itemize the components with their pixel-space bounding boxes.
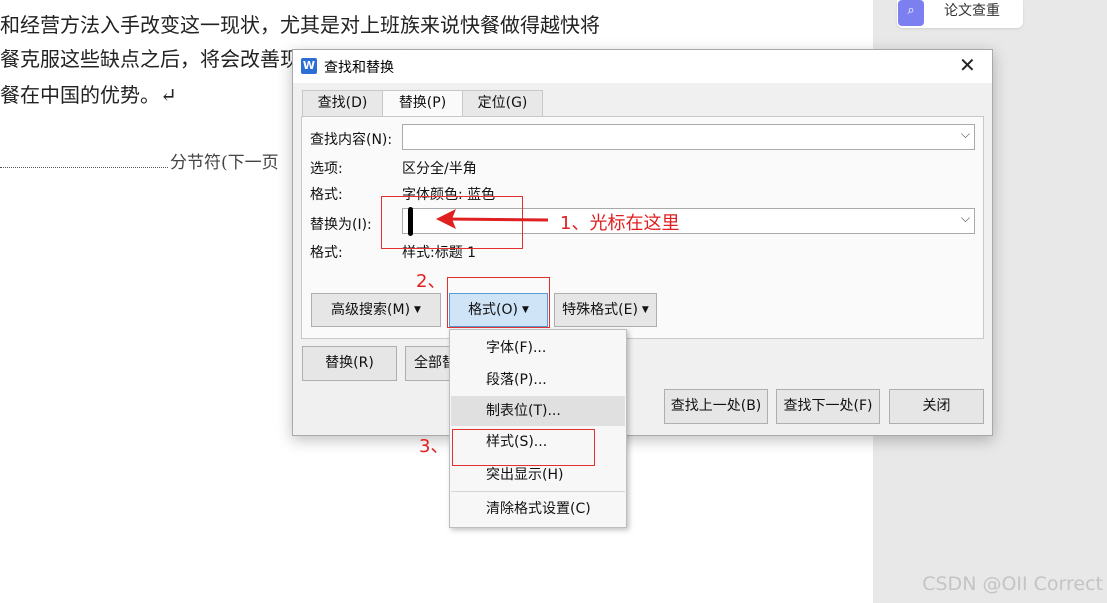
annotation-step2: 2、	[416, 271, 446, 292]
annotation-step1: 1、光标在这里	[560, 213, 680, 234]
annotation-arrow	[436, 209, 549, 229]
arrow-shaft	[445, 217, 549, 222]
annotation-step3: 3、	[419, 436, 449, 457]
